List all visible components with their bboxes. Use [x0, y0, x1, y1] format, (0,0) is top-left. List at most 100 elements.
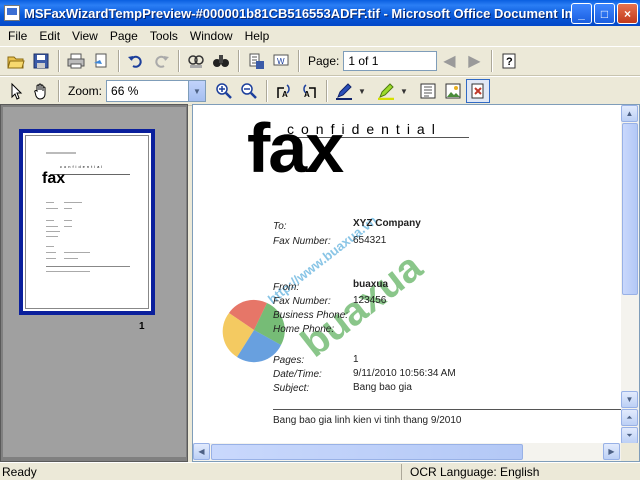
maximize-button[interactable]: □	[594, 3, 615, 24]
close-button[interactable]: ×	[617, 3, 638, 24]
next-page-icon[interactable]: ▶	[462, 49, 486, 73]
floppy-disk-icon	[33, 53, 49, 69]
pages-label: Pages:	[273, 355, 305, 366]
binoculars-icon	[213, 55, 229, 67]
menu-window[interactable]: Window	[184, 27, 239, 45]
insert-text-box-button[interactable]	[416, 79, 440, 103]
scroll-down-icon[interactable]: ▼	[621, 391, 638, 408]
toolbar-separator	[118, 50, 120, 72]
document-page: confidential fax http://www.buaxua.vn bu…	[193, 105, 621, 445]
toolbar-separator	[178, 50, 180, 72]
annotations-icon	[471, 83, 484, 99]
standard-toolbar: W Page: ◀ ▶ ?	[0, 46, 640, 76]
horizontal-scrollbar[interactable]: ◀ ▶	[193, 443, 621, 461]
rotate-left-button[interactable]: A	[272, 79, 296, 103]
next-page-scroll-icon[interactable]: ⏷	[621, 427, 638, 444]
title-bar: MSFaxWizardTempPreview-#000001b81CB51655…	[0, 0, 640, 26]
subject-label: Subject:	[273, 383, 310, 394]
svg-text:W: W	[277, 57, 285, 66]
recognize-text-button[interactable]	[184, 49, 208, 73]
help-button[interactable]: ?	[497, 49, 521, 73]
vertical-scroll-thumb[interactable]	[622, 123, 638, 295]
text-to-word-icon	[249, 53, 264, 69]
pen-dropdown-icon[interactable]: ▼	[357, 79, 367, 103]
fax-number-label: Fax Number:	[273, 236, 331, 247]
undo-button[interactable]	[124, 49, 148, 73]
annotations-toggle-button[interactable]	[466, 79, 491, 103]
find-button[interactable]	[209, 49, 233, 73]
rotate-right-icon: A	[303, 84, 316, 99]
chevron-down-icon[interactable]: ▼	[188, 81, 206, 101]
page-number-input[interactable]	[343, 51, 438, 71]
pen-button[interactable]	[332, 79, 356, 103]
print-button[interactable]	[64, 49, 88, 73]
previous-page-icon[interactable]: ◀	[437, 49, 461, 73]
send-text-to-web-button[interactable]: W	[269, 49, 293, 73]
menu-view[interactable]: View	[66, 27, 104, 45]
send-to-button[interactable]	[89, 49, 113, 73]
thumbnail-fax-word: fax	[42, 170, 66, 187]
annotation-toolbar: Zoom: 66 % ▼ A A ▼ ▼	[0, 76, 640, 106]
menu-edit[interactable]: Edit	[33, 27, 66, 45]
svg-text:?: ?	[506, 56, 513, 68]
to-value: XYZ Company	[353, 218, 421, 229]
page-thumbnail[interactable]: confidential fax	[19, 129, 155, 315]
from-value: buaxua	[353, 279, 389, 290]
previous-page-scroll-icon[interactable]: ⏶	[621, 409, 638, 426]
menu-file[interactable]: File	[2, 27, 33, 45]
subject-value: Bang bao gia	[353, 382, 412, 393]
zoom-out-button[interactable]	[237, 79, 261, 103]
zoom-value: 66 %	[111, 84, 139, 98]
sender-fax-value: 123456	[353, 295, 387, 306]
toolbar-separator	[58, 50, 60, 72]
home-phone-label: Home Phone:	[273, 324, 335, 335]
menu-page[interactable]: Page	[104, 27, 144, 45]
scroll-right-icon[interactable]: ▶	[603, 443, 620, 460]
scroll-left-icon[interactable]: ◀	[193, 443, 210, 460]
send-text-to-word-button[interactable]	[244, 49, 268, 73]
highlighter-icon	[378, 83, 395, 100]
thumbnail-page-number: 1	[139, 321, 145, 332]
fax-heading: fax	[247, 109, 344, 187]
to-label: To:	[273, 221, 287, 232]
zoom-in-button[interactable]	[212, 79, 236, 103]
redo-button[interactable]	[149, 49, 173, 73]
thumbnail-confidential: confidential	[60, 164, 105, 169]
menu-bar: File Edit View Page Tools Window Help	[0, 26, 640, 46]
eye-text-icon	[188, 55, 204, 68]
pan-button[interactable]	[29, 79, 53, 103]
zoom-in-icon	[216, 83, 232, 99]
folder-open-icon	[7, 56, 25, 69]
printer-icon	[67, 53, 85, 69]
document-view[interactable]: confidential fax http://www.buaxua.vn bu…	[192, 104, 640, 462]
highlighter-button[interactable]	[374, 79, 398, 103]
page-label: Page:	[308, 54, 340, 68]
pages-value: 1	[353, 354, 359, 365]
status-bar: Ready OCR Language: English	[0, 462, 640, 480]
zoom-out-icon	[241, 83, 257, 99]
toolbar-separator	[326, 80, 329, 102]
toolbar-separator	[298, 50, 300, 72]
menu-tools[interactable]: Tools	[144, 27, 184, 45]
vertical-scrollbar[interactable]: ▲ ▼ ⏶ ⏷	[621, 105, 639, 445]
scroll-up-icon[interactable]: ▲	[621, 105, 638, 122]
help-icon: ?	[502, 53, 516, 69]
scroll-corner	[621, 443, 639, 461]
minimize-button[interactable]: _	[571, 3, 592, 24]
zoom-select[interactable]: 66 % ▼	[106, 80, 207, 102]
from-label: From:	[273, 282, 300, 293]
svg-text:A: A	[282, 90, 288, 99]
text-to-web-icon: W	[273, 54, 289, 66]
select-pointer-button[interactable]	[4, 79, 28, 103]
open-button[interactable]	[4, 49, 28, 73]
highlighter-dropdown-icon[interactable]: ▼	[399, 79, 409, 103]
status-text: Ready	[0, 463, 402, 480]
insert-picture-button[interactable]	[441, 79, 465, 103]
sender-fax-label: Fax Number:	[273, 296, 331, 307]
save-button[interactable]	[29, 49, 53, 73]
zoom-label: Zoom:	[68, 84, 103, 98]
rotate-right-button[interactable]: A	[297, 79, 321, 103]
horizontal-scroll-thumb[interactable]	[211, 444, 523, 460]
toolbar-separator	[238, 50, 240, 72]
menu-help[interactable]: Help	[239, 27, 276, 45]
